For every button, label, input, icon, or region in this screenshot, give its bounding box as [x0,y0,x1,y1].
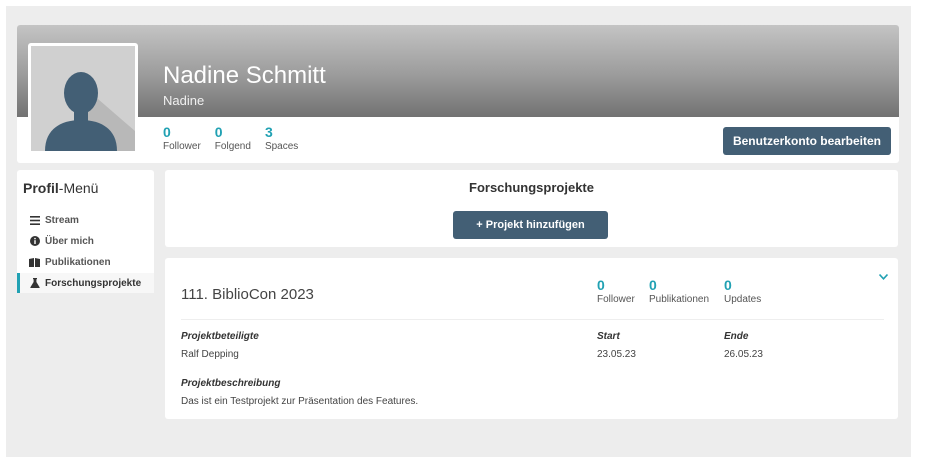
project-title[interactable]: 111. BiblioCon 2023 [181,286,314,303]
end-value: 26.05.23 [724,349,763,360]
stat-label: Updates [724,294,762,305]
add-project-button[interactable]: + Projekt hinzufügen [453,211,608,239]
avatar[interactable] [28,43,138,154]
menu-item-publications[interactable]: Publikationen [17,252,154,272]
menu-title-bold: Profil [23,180,59,196]
stat-label: Folgend [214,141,251,152]
project-stat-followers[interactable]: 0 Follower [597,278,635,306]
info-icon [29,236,40,247]
menu-item-label: Publikationen [45,256,111,268]
project-stat-publications[interactable]: 0 Publikationen [649,278,709,306]
flask-icon [29,278,40,289]
bars-icon [29,215,40,226]
stat-label: Follower [163,141,201,152]
stat-value: 0 [214,124,223,140]
menu-item-label: Über mich [45,235,94,247]
profile-stats: 0 Follower 0 Folgend 3 Spaces [163,125,298,153]
projects-header-card: Forschungsprojekte + Projekt hinzufügen [165,170,898,247]
book-icon [29,257,40,268]
description-label: Projektbeschreibung [181,378,281,389]
menu-title-rest: -Menü [58,180,99,196]
stat-followers[interactable]: 0 Follower [163,125,201,153]
stat-value: 0 [649,277,657,293]
end-label: Ende [724,331,749,342]
profile-banner [17,25,899,117]
chevron-down-icon[interactable] [878,272,889,283]
menu-title: Profil-Menü [23,180,98,196]
start-label: Start [597,331,620,342]
stat-value: 3 [264,124,273,140]
participants-value: Ralf Depping [181,349,239,360]
menu-item-stream[interactable]: Stream [17,210,154,230]
profile-header: Nadine Schmitt Nadine 0 Follower 0 Folge… [17,25,899,163]
stat-label: Follower [597,294,635,305]
stat-value: 0 [724,277,732,293]
stat-following[interactable]: 0 Folgend [215,125,251,153]
participants-label: Projektbeteiligte [181,331,259,342]
description-value: Das ist ein Testprojekt zur Präsentation… [181,396,419,407]
profile-username: Nadine [163,93,205,108]
menu-item-about[interactable]: Über mich [17,231,154,251]
edit-account-button[interactable]: Benutzerkonto bearbeiten [722,127,891,155]
project-card: 111. BiblioCon 2023 0 Follower 0 Publika… [165,258,898,419]
stat-label: Publikationen [649,294,710,305]
stat-value: 0 [163,124,171,140]
stat-value: 0 [597,277,605,293]
divider [181,319,884,320]
profile-name: Nadine Schmitt [163,62,326,89]
projects-title: Forschungsprojekte [469,180,594,195]
profile-menu: Profil-Menü Stream Über mich Publikation… [17,170,154,293]
start-value: 23.05.23 [597,349,636,360]
stat-spaces[interactable]: 3 Spaces [265,125,298,153]
menu-item-research-projects[interactable]: Forschungsprojekte [17,273,154,293]
menu-item-label: Forschungsprojekte [45,277,142,289]
menu-item-label: Stream [45,214,79,226]
page-background: Nadine Schmitt Nadine 0 Follower 0 Folge… [6,6,911,457]
default-avatar-icon [45,72,135,151]
stat-label: Spaces [264,141,299,152]
project-stat-updates[interactable]: 0 Updates [724,278,761,306]
